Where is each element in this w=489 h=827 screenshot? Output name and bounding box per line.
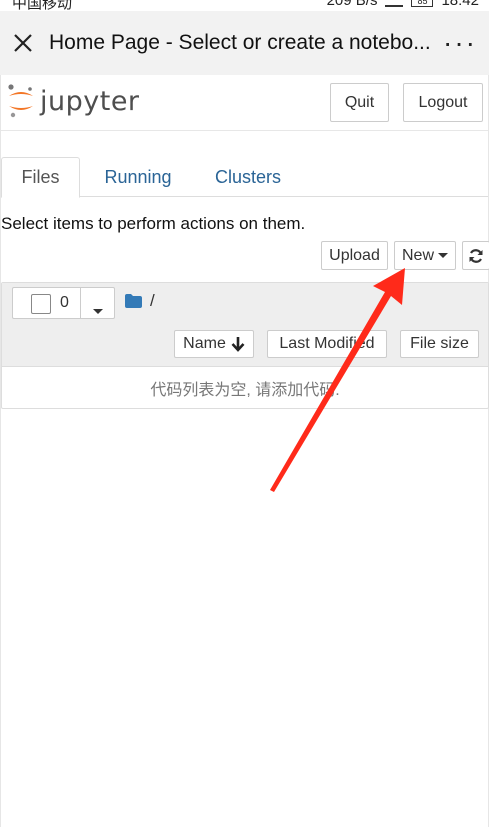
jupyter-logo-icon xyxy=(8,84,33,118)
refresh-button[interactable] xyxy=(462,241,489,270)
arrow-down-icon xyxy=(231,337,245,352)
select-dropdown-toggle[interactable] xyxy=(93,301,103,319)
close-icon[interactable] xyxy=(0,11,46,75)
logout-button[interactable]: Logout xyxy=(403,83,483,122)
sort-by-modified-button[interactable]: Last Modified xyxy=(267,330,387,358)
empty-list-message: 代码列表为空, 请添加代码. xyxy=(150,381,340,399)
sort-name-label: Name xyxy=(183,335,226,352)
select-all-checkbox[interactable] xyxy=(31,294,51,314)
new-button[interactable]: New xyxy=(394,241,456,270)
breadcrumb-root[interactable]: / xyxy=(150,291,155,311)
chevron-down-icon xyxy=(438,253,448,258)
quit-button[interactable]: Quit xyxy=(330,83,389,122)
file-list: 0 / Name Last Modified File size 代码列表为空,… xyxy=(1,282,489,409)
refresh-icon xyxy=(469,248,483,263)
logo-text: jupyter xyxy=(40,85,140,117)
sort-by-size-button[interactable]: File size xyxy=(400,330,479,358)
selected-count: 0 xyxy=(60,294,69,311)
file-list-header: 0 / Name Last Modified File size xyxy=(2,283,488,367)
tab-running[interactable]: Running xyxy=(98,157,178,197)
select-all-control: 0 xyxy=(12,287,115,319)
status-right: 209 B/s 85 18:42 xyxy=(327,0,479,9)
signal-icon xyxy=(385,0,404,7)
tab-bar: Files Running Clusters xyxy=(1,157,488,198)
sort-by-name-button[interactable]: Name xyxy=(174,330,254,358)
jupyter-header: jupyter Quit Logout xyxy=(1,75,488,131)
breadcrumb: / xyxy=(125,291,155,311)
tab-clusters[interactable]: Clusters xyxy=(208,157,288,197)
caret-down-icon xyxy=(93,309,103,314)
net-speed: 209 B/s xyxy=(326,0,378,9)
jupyter-logo[interactable]: jupyter xyxy=(7,83,140,119)
page-title: Home Page - Select or create a notebo... xyxy=(49,31,431,54)
divider xyxy=(80,288,81,318)
status-bar: 中国移动 209 B/s 85 18:42 xyxy=(0,0,489,11)
clock: 18:42 xyxy=(441,0,479,9)
browser-title-bar: Home Page - Select or create a notebo...… xyxy=(0,11,489,75)
upload-button[interactable]: Upload xyxy=(321,241,388,270)
selection-hint: Select items to perform actions on them. xyxy=(1,214,306,233)
battery-icon: 85 xyxy=(411,0,434,7)
tab-files[interactable]: Files xyxy=(1,157,80,198)
folder-icon[interactable] xyxy=(125,294,142,308)
more-menu-icon[interactable]: ··· xyxy=(431,11,489,75)
new-button-label: New xyxy=(401,246,434,264)
carrier-name: 中国移动 xyxy=(12,0,73,11)
jupyter-page: jupyter Quit Logout Files Running Cluste… xyxy=(0,75,489,827)
